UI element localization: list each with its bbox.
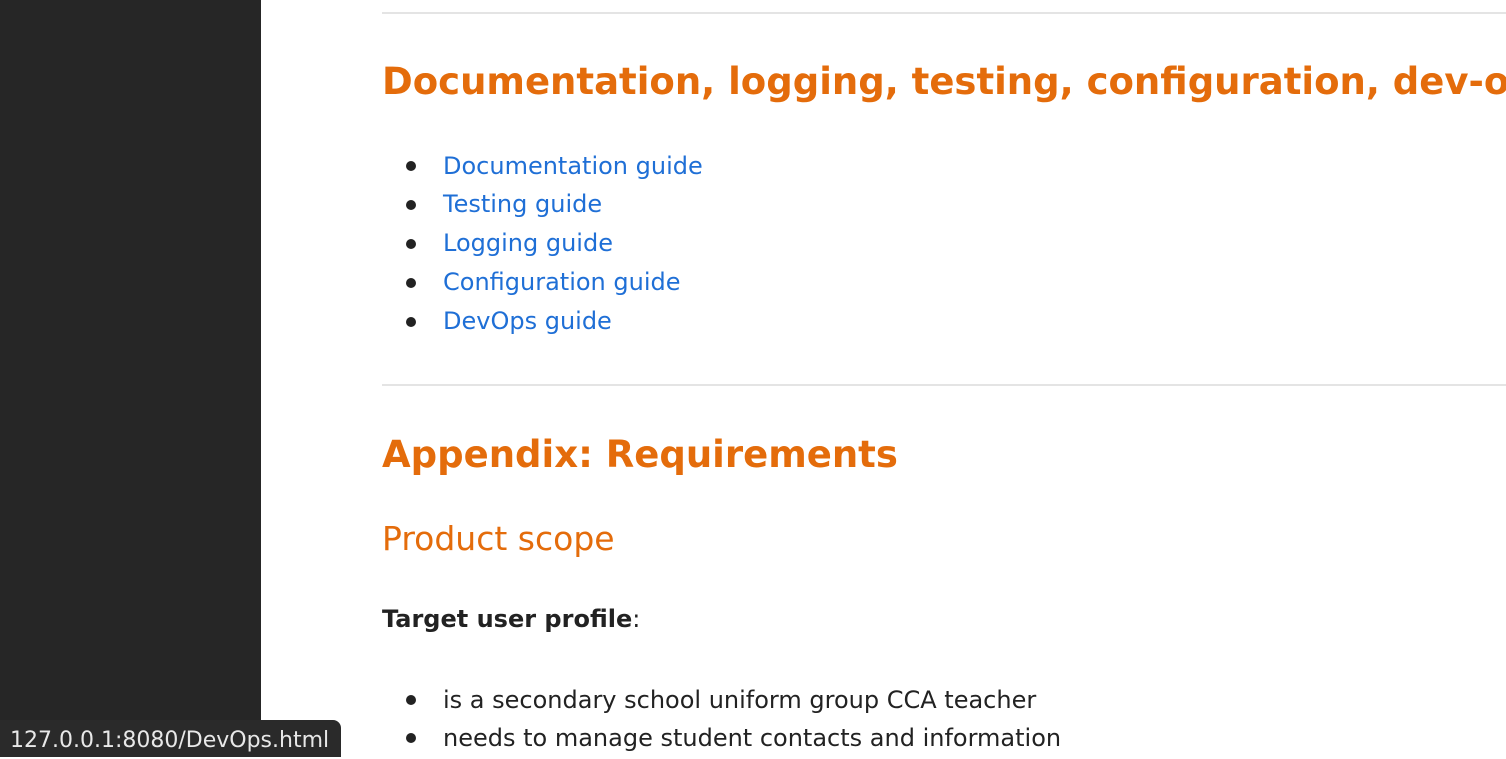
profile-label-colon: : [632,605,641,633]
divider [382,12,1506,14]
list-item: Testing guide [382,185,703,224]
subsection-heading-product-scope: Product scope [382,519,615,558]
bullet-icon [406,277,416,288]
target-user-item: needs to manage student contacts and inf… [443,724,1062,752]
target-user-profile: Target user profile: [382,602,640,636]
logging-guide-link[interactable]: Logging guide [443,229,613,257]
bullet-icon [406,695,416,705]
devops-guide-link[interactable]: DevOps guide [443,307,612,335]
divider [382,384,1506,386]
section-heading-appendix: Appendix: Requirements [382,433,898,476]
list-item: Documentation guide [382,147,703,185]
target-user-profile-label: Target user profile [382,605,633,633]
sidebar [0,0,261,757]
list-item: DevOps guide [382,302,703,341]
testing-guide-link[interactable]: Testing guide [443,190,602,218]
devops-guide-list: Documentation guide Testing guide Loggin… [382,147,703,341]
bullet-icon [406,238,416,249]
list-item: Configuration guide [382,263,703,302]
target-user-item: is a secondary school uniform group CCA … [443,686,1037,714]
target-user-list: is a secondary school uniform group CCA … [382,681,1061,757]
main-content: Documentation, logging, testing, configu… [382,0,1506,757]
bullet-icon [406,199,416,210]
configuration-guide-link[interactable]: Configuration guide [443,268,681,296]
bullet-icon [406,161,416,171]
bullet-icon [406,316,416,327]
list-item: Logging guide [382,224,703,263]
status-bar-url-preview: 127.0.0.1:8080/DevOps.html [0,720,342,757]
list-item: is a secondary school uniform group CCA … [382,681,1061,719]
section-heading-devops: Documentation, logging, testing, configu… [382,60,1506,103]
bullet-icon [406,733,416,743]
documentation-guide-link[interactable]: Documentation guide [443,152,703,180]
list-item: needs to manage student contacts and inf… [382,719,1061,757]
